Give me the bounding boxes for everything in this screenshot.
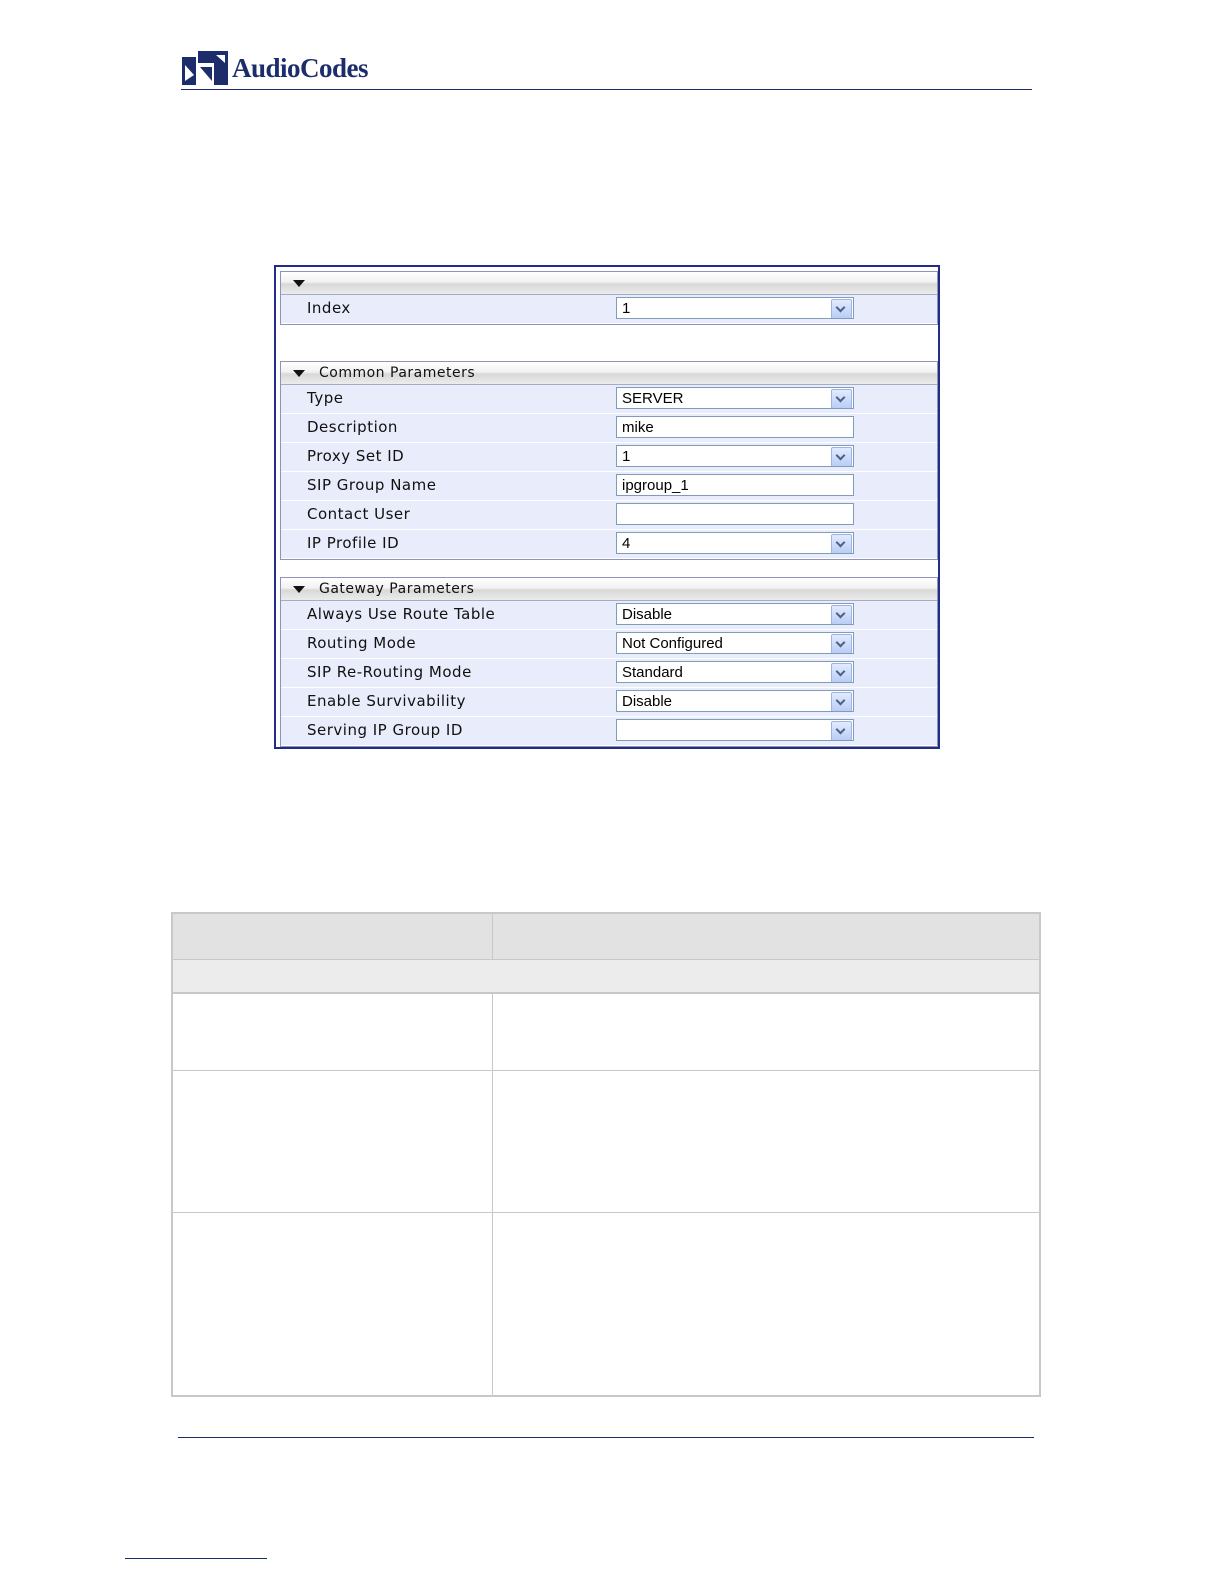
table-row xyxy=(173,994,493,1071)
audiocodes-logo: AudioCodes xyxy=(182,50,369,86)
proxy-set-id-select[interactable]: 1 xyxy=(616,445,854,467)
index-group-header[interactable] xyxy=(281,272,937,295)
always-use-route-table-row: Always Use Route Table Disable xyxy=(281,601,937,630)
index-select[interactable]: 1 xyxy=(616,297,854,319)
chevron-down-icon[interactable] xyxy=(831,663,852,682)
index-group: Index 1 xyxy=(280,271,938,325)
sip-group-name-value: ipgroup_1 xyxy=(622,477,689,494)
index-value: 1 xyxy=(622,300,631,317)
always-use-route-table-label: Always Use Route Table xyxy=(307,605,496,623)
proxy-set-id-row: Proxy Set ID 1 xyxy=(281,443,937,472)
table-cell xyxy=(493,1213,1039,1395)
ip-profile-id-select[interactable]: 4 xyxy=(616,532,854,554)
chevron-down-icon[interactable] xyxy=(831,299,852,318)
chevron-down-icon[interactable] xyxy=(831,447,852,466)
brand-name: AudioCodes xyxy=(232,52,369,83)
footer-rule xyxy=(178,1437,1034,1438)
chevron-down-icon[interactable] xyxy=(831,634,852,653)
serving-ip-group-id-label: Serving IP Group ID xyxy=(307,721,463,739)
chevron-down-icon[interactable] xyxy=(831,721,852,740)
common-parameters-title: Common Parameters xyxy=(319,365,476,381)
contact-user-row: Contact User xyxy=(281,501,937,530)
always-use-route-table-select[interactable]: Disable xyxy=(616,603,854,625)
sip-group-name-input[interactable]: ipgroup_1 xyxy=(616,474,854,496)
footnote-rule xyxy=(125,1558,267,1559)
gateway-parameters-title: Gateway Parameters xyxy=(319,581,475,597)
table-row xyxy=(173,1213,493,1395)
table-section-row xyxy=(173,960,1039,994)
gateway-parameters-header[interactable]: Gateway Parameters xyxy=(281,578,937,601)
type-row: Type SERVER xyxy=(281,385,937,414)
sip-re-routing-mode-value: Standard xyxy=(622,664,683,681)
contact-user-label: Contact User xyxy=(307,505,411,523)
routing-mode-row: Routing Mode Not Configured xyxy=(281,630,937,659)
index-row: Index 1 xyxy=(281,295,937,324)
routing-mode-label: Routing Mode xyxy=(307,634,417,652)
ip-profile-id-value: 4 xyxy=(622,535,631,552)
table-header-parameter xyxy=(173,914,493,960)
collapse-triangle-icon[interactable] xyxy=(293,280,305,287)
header-rule xyxy=(181,89,1032,90)
sip-re-routing-mode-row: SIP Re-Routing Mode Standard xyxy=(281,659,937,688)
audiocodes-logo-mark-icon xyxy=(182,51,228,85)
enable-survivability-row: Enable Survivability Disable xyxy=(281,688,937,717)
collapse-triangle-icon[interactable] xyxy=(293,586,305,593)
sip-group-name-label: SIP Group Name xyxy=(307,476,437,494)
enable-survivability-select[interactable]: Disable xyxy=(616,690,854,712)
table-cell xyxy=(493,1071,1039,1213)
parameter-description-table xyxy=(171,912,1041,1397)
serving-ip-group-id-row: Serving IP Group ID xyxy=(281,717,937,746)
sip-group-name-row: SIP Group Name ipgroup_1 xyxy=(281,472,937,501)
collapse-triangle-icon[interactable] xyxy=(293,370,305,377)
table-cell xyxy=(493,994,1039,1071)
table-row xyxy=(173,1071,493,1213)
proxy-set-id-value: 1 xyxy=(622,448,631,465)
type-label: Type xyxy=(307,389,344,407)
type-select[interactable]: SERVER xyxy=(616,387,854,409)
type-value: SERVER xyxy=(622,390,684,407)
table-header-description xyxy=(493,914,1039,960)
description-value: mike xyxy=(622,419,654,436)
contact-user-input[interactable] xyxy=(616,503,854,525)
chevron-down-icon[interactable] xyxy=(831,605,852,624)
index-label: Index xyxy=(307,299,351,317)
ip-profile-id-label: IP Profile ID xyxy=(307,534,400,552)
common-parameters-header[interactable]: Common Parameters xyxy=(281,362,937,385)
serving-ip-group-id-select[interactable] xyxy=(616,719,854,741)
enable-survivability-value: Disable xyxy=(622,693,673,710)
gateway-parameters-group: Gateway Parameters Always Use Route Tabl… xyxy=(280,577,938,747)
description-row: Description mike xyxy=(281,414,937,443)
routing-mode-value: Not Configured xyxy=(622,635,723,652)
sip-re-routing-mode-select[interactable]: Standard xyxy=(616,661,854,683)
ip-group-config-panel: Index 1 Common Parameters Type SERVER De… xyxy=(274,265,940,749)
common-parameters-group: Common Parameters Type SERVER Descriptio… xyxy=(280,361,938,560)
always-use-route-table-value: Disable xyxy=(622,606,673,623)
routing-mode-select[interactable]: Not Configured xyxy=(616,632,854,654)
ip-profile-id-row: IP Profile ID 4 xyxy=(281,530,937,559)
chevron-down-icon[interactable] xyxy=(831,692,852,711)
description-label: Description xyxy=(307,418,398,436)
chevron-down-icon[interactable] xyxy=(831,534,852,553)
sip-re-routing-mode-label: SIP Re-Routing Mode xyxy=(307,663,472,681)
enable-survivability-label: Enable Survivability xyxy=(307,692,466,710)
proxy-set-id-label: Proxy Set ID xyxy=(307,447,405,465)
chevron-down-icon[interactable] xyxy=(831,389,852,408)
description-input[interactable]: mike xyxy=(616,416,854,438)
